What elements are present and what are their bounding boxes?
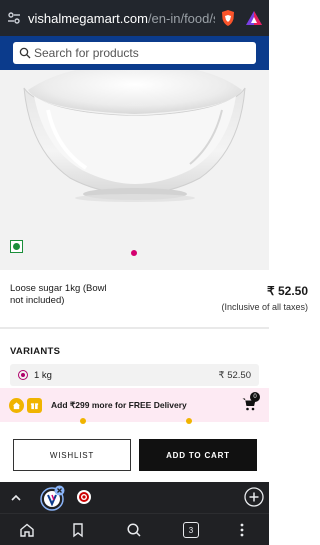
brave-shield-icon[interactable] (219, 9, 237, 27)
banner-decor-dot (80, 418, 86, 424)
delivery-message: Add ₹299 more for FREE Delivery (51, 399, 187, 410)
cart-count-badge: 0 (250, 392, 260, 402)
product-price: ₹ 52.50 (267, 284, 308, 298)
url-path: /en-in/food/s (147, 10, 215, 26)
new-tab-plus-icon[interactable] (244, 487, 264, 507)
browser-tab-strip (0, 482, 269, 513)
browser-bottom-nav: 3 (0, 513, 269, 545)
gift-icon (27, 397, 42, 413)
section-divider (0, 327, 269, 329)
free-delivery-banner[interactable]: Add ₹299 more for FREE Delivery (0, 388, 269, 422)
target-favicon-icon[interactable] (76, 489, 92, 505)
variant-price: ₹ 52.50 (218, 369, 251, 381)
banner-decor-dot (186, 418, 192, 424)
bookmark-icon[interactable] (70, 522, 86, 538)
url-domain: vishalmegamart.com (28, 10, 148, 26)
close-badge-icon[interactable] (54, 485, 65, 496)
radio-selected-icon[interactable] (18, 370, 28, 380)
search-icon[interactable] (126, 522, 142, 538)
add-to-cart-button[interactable]: ADD TO CART (139, 439, 257, 471)
url-text[interactable]: vishalmegamart.com/en-in/food/s (28, 11, 215, 26)
product-image[interactable] (0, 70, 269, 270)
tabs-icon[interactable]: 3 (183, 522, 199, 538)
chevron-up-icon[interactable] (8, 490, 24, 506)
sugar-bowl-image (0, 70, 269, 270)
product-name: Loose sugar 1kg (Bowl not included) (10, 283, 107, 306)
browser-url-bar[interactable]: vishalmegamart.com/en-in/food/s (0, 0, 269, 36)
tab-count: 3 (188, 525, 194, 535)
wishlist-button[interactable]: WISHLIST (13, 439, 131, 471)
site-header: Search for products (0, 36, 269, 70)
brave-rewards-icon[interactable] (245, 9, 263, 27)
carousel-dot-active[interactable] (131, 250, 137, 256)
variants-heading: VARIANTS (10, 346, 61, 357)
search-input[interactable]: Search for products (13, 42, 256, 64)
veg-mark-icon (10, 240, 23, 253)
search-placeholder: Search for products (34, 46, 139, 60)
tune-icon[interactable] (6, 10, 22, 26)
variant-label: 1 kg (34, 369, 52, 381)
home-icon (9, 397, 24, 413)
home-icon[interactable] (19, 522, 35, 538)
menu-icon[interactable] (234, 522, 250, 538)
variant-option[interactable]: 1 kg ₹ 52.50 (10, 364, 259, 386)
tax-note: (Inclusive of all taxes) (221, 302, 308, 312)
search-icon (19, 47, 31, 59)
